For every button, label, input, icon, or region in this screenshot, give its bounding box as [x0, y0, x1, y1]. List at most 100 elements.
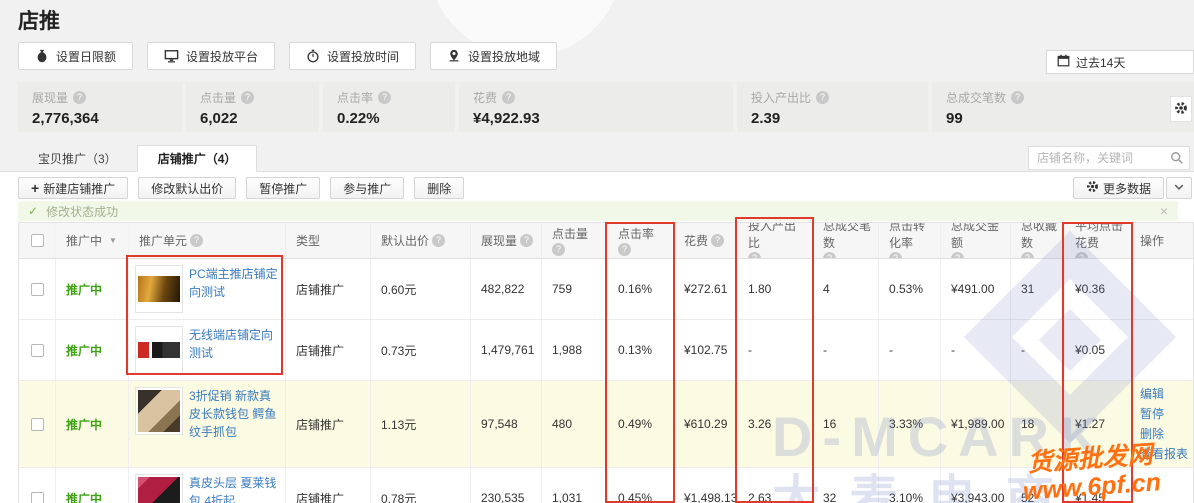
- tab-item-promotion[interactable]: 宝贝推广（3）: [18, 145, 137, 172]
- cell-gmv: ¥3,943.00: [941, 468, 1011, 503]
- help-icon[interactable]: ?: [711, 234, 724, 247]
- help-icon[interactable]: ?: [432, 234, 445, 247]
- expand-toggle-button[interactable]: [1166, 177, 1192, 199]
- help-icon[interactable]: ?: [889, 252, 902, 259]
- status-badge: 推广中: [66, 281, 102, 298]
- help-icon[interactable]: ?: [951, 252, 964, 259]
- moneybag-icon: [35, 49, 49, 63]
- help-icon[interactable]: ?: [502, 91, 515, 104]
- help-icon[interactable]: ?: [73, 91, 86, 104]
- cell-bid: 0.60元: [371, 259, 471, 319]
- delete-link[interactable]: 删除: [1140, 425, 1164, 443]
- cell-clicks: 1,031: [542, 468, 608, 503]
- stat-clicks-value: 6,022: [200, 110, 305, 127]
- settings-toolbar: 设置日限额 设置投放平台 设置投放时间 设置投放地域: [18, 42, 557, 70]
- chevron-down-icon: [1173, 181, 1185, 196]
- table-row: 推广中 3折促销 新款真皮长款钱包 鳄鱼纹手抓包 店铺推广 1.13元 97,5…: [19, 381, 1193, 468]
- search-input[interactable]: [1029, 147, 1189, 169]
- cell-impressions: 230,535: [471, 468, 542, 503]
- new-store-promotion-button[interactable]: +新建店铺推广: [18, 177, 128, 199]
- row-checkbox[interactable]: [31, 418, 44, 431]
- unit-thumbnail[interactable]: [135, 326, 183, 374]
- help-icon[interactable]: ?: [1075, 252, 1088, 259]
- table-row: 推广中 PC端主推店铺定向测试 店铺推广 0.60元 482,822 759 0…: [19, 259, 1193, 320]
- cell-actions: [1132, 259, 1193, 319]
- join-promotion-button[interactable]: 参与推广: [330, 177, 404, 199]
- help-icon[interactable]: ?: [1021, 252, 1034, 259]
- unit-title-link[interactable]: 无线端店铺定向测试: [189, 326, 281, 362]
- cell-orders: 32: [813, 468, 879, 503]
- close-icon[interactable]: ×: [1160, 203, 1168, 219]
- edit-default-bid-button[interactable]: 修改默认出价: [138, 177, 236, 199]
- delete-button[interactable]: 删除: [414, 177, 464, 199]
- unit-title-link[interactable]: PC端主推店铺定向测试: [189, 265, 281, 301]
- set-schedule-button[interactable]: 设置投放时间: [289, 42, 416, 70]
- select-all-checkbox[interactable]: [31, 234, 44, 247]
- more-data-button[interactable]: 更多数据: [1073, 177, 1164, 199]
- header-gmv: 总成交金额?: [941, 223, 1011, 258]
- edit-link[interactable]: 编辑: [1140, 385, 1164, 403]
- cell-bid: 1.13元: [371, 381, 471, 467]
- unit-thumbnail[interactable]: [135, 474, 183, 503]
- set-region-button[interactable]: 设置投放地域: [430, 42, 557, 70]
- map-pin-icon: [447, 49, 461, 63]
- row-checkbox[interactable]: [31, 283, 44, 296]
- cell-actions: [1132, 468, 1193, 503]
- help-icon[interactable]: ?: [823, 252, 836, 259]
- stat-orders-label: 总成交笔数: [946, 89, 1006, 106]
- stat-cost: 花费? ¥4,922.93: [459, 82, 733, 132]
- stats-settings-button[interactable]: [1170, 96, 1192, 122]
- cell-roi: -: [738, 320, 813, 380]
- stat-ctr-value: 0.22%: [337, 110, 441, 127]
- date-range-selector[interactable]: 过去14天: [1046, 50, 1194, 74]
- promotion-tabs: 宝贝推广（3） 店铺推广（4）: [18, 145, 257, 172]
- pause-promotion-button[interactable]: 暂停推广: [246, 177, 320, 199]
- cell-cvr: -: [879, 320, 941, 380]
- help-icon[interactable]: ?: [552, 243, 565, 256]
- status-filter[interactable]: 推广中▼: [56, 223, 129, 258]
- cell-impressions: 97,548: [471, 381, 542, 467]
- help-icon[interactable]: ?: [816, 91, 829, 104]
- caret-down-icon: ▼: [109, 236, 117, 245]
- more-data-controls: 更多数据: [1073, 177, 1192, 199]
- row-checkbox[interactable]: [31, 344, 44, 357]
- plus-icon: +: [31, 181, 39, 195]
- cell-cost: ¥102.75: [674, 320, 738, 380]
- help-icon[interactable]: ?: [190, 234, 203, 247]
- help-icon[interactable]: ?: [618, 243, 631, 256]
- table-header-row: 推广中▼ 推广单元? 类型 默认出价? 展现量? 点击量? 点击率? 花费? 投…: [19, 223, 1193, 259]
- cell-cost: ¥610.29: [674, 381, 738, 467]
- unit-title-link[interactable]: 真皮头层 夏莱钱包 4折起: [189, 474, 281, 503]
- unit-thumbnail[interactable]: [135, 265, 183, 313]
- help-icon[interactable]: ?: [748, 252, 761, 259]
- set-platform-label: 设置投放平台: [186, 48, 258, 65]
- header-impressions: 展现量?: [471, 223, 542, 258]
- search-icon[interactable]: [1170, 151, 1184, 168]
- help-icon[interactable]: ?: [520, 234, 533, 247]
- header-type: 类型: [286, 223, 371, 258]
- row-actions: 编辑 暂停 删除 查看报表: [1140, 385, 1189, 463]
- cell-orders: -: [813, 320, 879, 380]
- pause-link[interactable]: 暂停: [1140, 405, 1164, 423]
- stopwatch-icon: [306, 49, 320, 63]
- help-icon[interactable]: ?: [1011, 91, 1024, 104]
- row-checkbox[interactable]: [31, 492, 44, 503]
- help-icon[interactable]: ?: [241, 91, 254, 104]
- unit-thumbnail[interactable]: [135, 387, 183, 435]
- stat-ctr: 点击率? 0.22%: [323, 82, 455, 132]
- set-daily-limit-button[interactable]: 设置日限额: [18, 42, 133, 70]
- cell-type: 店铺推广: [286, 381, 371, 467]
- tab-store-promotion[interactable]: 店铺推广（4）: [137, 145, 258, 172]
- cell-bid: 0.73元: [371, 320, 471, 380]
- help-icon[interactable]: ?: [378, 91, 391, 104]
- header-clicks: 点击量?: [542, 223, 608, 258]
- monitor-icon: [164, 49, 179, 63]
- view-report-link[interactable]: 查看报表: [1140, 445, 1188, 463]
- stat-impressions-label: 展现量: [32, 89, 68, 106]
- summary-stats-bar: 展现量? 2,776,364 点击量? 6,022 点击率? 0.22% 花费?…: [18, 82, 1194, 132]
- set-platform-button[interactable]: 设置投放平台: [147, 42, 275, 70]
- cell-bid: 0.78元: [371, 468, 471, 503]
- cell-clicks: 1,988: [542, 320, 608, 380]
- unit-title-link[interactable]: 3折促销 新款真皮长款钱包 鳄鱼纹手抓包: [189, 387, 281, 441]
- header-cost: 花费?: [674, 223, 738, 258]
